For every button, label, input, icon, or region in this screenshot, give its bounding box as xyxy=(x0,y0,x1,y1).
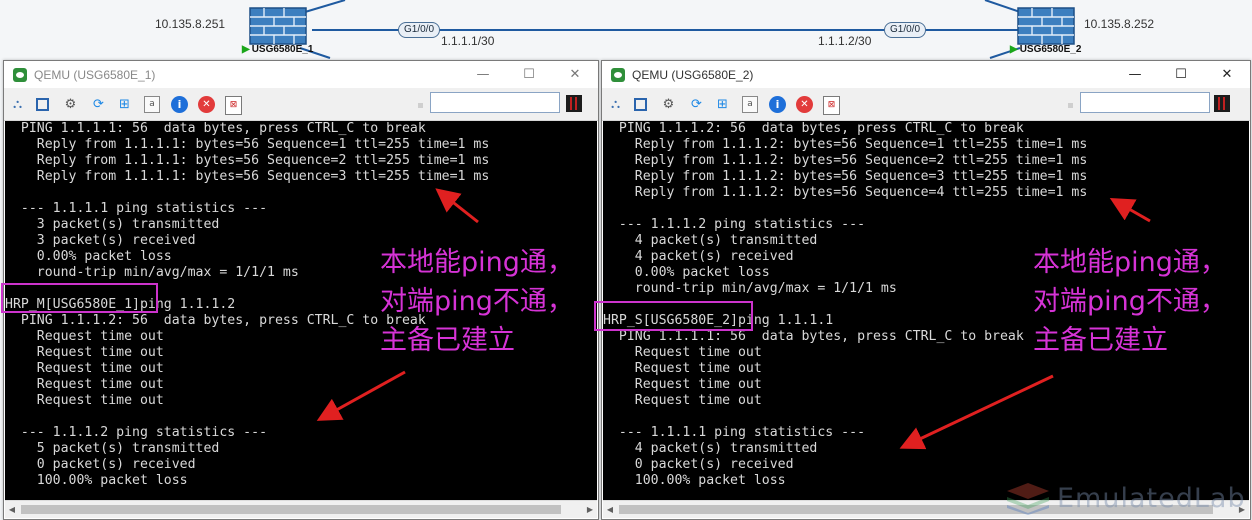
network-icon[interactable]: ⛬ xyxy=(607,96,624,113)
maximize-button[interactable]: ☐ xyxy=(506,61,552,88)
scroll-right-icon[interactable]: ▶ xyxy=(583,501,597,518)
highlight-box-hrp-s xyxy=(594,301,753,331)
text-icon[interactable]: a xyxy=(144,96,160,113)
window-titlebar[interactable]: QEMU (USG6580E_1) — ☐ ✕ xyxy=(4,61,598,88)
firewall-icon[interactable] xyxy=(248,2,308,46)
info-icon[interactable]: i xyxy=(171,96,188,113)
fullscreen-icon[interactable] xyxy=(36,98,49,111)
device-label-right[interactable]: ▶ USG6580E_2 xyxy=(1010,44,1081,55)
toolbar-text-input[interactable] xyxy=(1080,92,1210,113)
toolbar-text-input[interactable] xyxy=(430,92,560,113)
network-icon[interactable]: ⛬ xyxy=(9,96,26,113)
minimize-button[interactable]: — xyxy=(1112,61,1158,88)
window-title: QEMU (USG6580E_1) xyxy=(34,67,156,82)
disk-icon[interactable]: ⊠ xyxy=(225,96,242,115)
text-icon[interactable]: a xyxy=(742,96,758,113)
settings-icon[interactable]: ⚙ xyxy=(660,96,677,113)
scroll-left-icon[interactable]: ◀ xyxy=(5,501,19,518)
refresh-icon[interactable]: ⟳ xyxy=(90,96,107,113)
windows-icon[interactable]: ⊞ xyxy=(116,96,133,113)
windows-icon[interactable]: ⊞ xyxy=(714,96,731,113)
ip-label-left: 10.135.8.251 xyxy=(155,17,226,31)
fullscreen-icon[interactable] xyxy=(634,98,647,111)
close-button[interactable]: ✕ xyxy=(1204,61,1250,88)
running-status-icon: ▶ xyxy=(1010,44,1018,55)
disk-icon[interactable]: ⊠ xyxy=(823,96,840,115)
settings-icon[interactable]: ⚙ xyxy=(62,96,79,113)
window-title: QEMU (USG6580E_2) xyxy=(632,67,754,82)
watermark: EmulatedLab xyxy=(1005,478,1246,518)
pause-bars-icon[interactable] xyxy=(566,95,582,112)
qemu-app-icon xyxy=(13,67,27,82)
scrollbar-thumb[interactable] xyxy=(21,505,561,514)
maximize-button[interactable]: ☐ xyxy=(1158,61,1204,88)
interface-label-left[interactable]: G1/0/0 xyxy=(398,22,441,38)
qemu-app-icon xyxy=(611,67,625,82)
stop-icon[interactable]: ✕ xyxy=(198,96,215,113)
running-status-icon: ▶ xyxy=(242,44,250,55)
close-button[interactable]: ✕ xyxy=(552,61,598,88)
minimize-button[interactable]: — xyxy=(460,61,506,88)
stop-icon[interactable]: ✕ xyxy=(796,96,813,113)
annotation-text-right: 本地能ping通， 对端ping不通， 主备已建立 xyxy=(1033,247,1227,356)
interface-label-right[interactable]: G1/0/0 xyxy=(884,22,927,38)
highlight-box-hrp-m xyxy=(1,283,158,313)
toolbar: ⛬ ⚙ ⟳ ⊞ a i ✕ ⊠ xyxy=(602,88,1250,121)
pause-bars-icon[interactable] xyxy=(1214,95,1230,112)
info-icon[interactable]: i xyxy=(769,96,786,113)
annotation-text-left: 本地能ping通， 对端ping不通， 主备已建立 xyxy=(380,247,574,356)
subnet-label-right: 1.1.1.2/30 xyxy=(818,34,872,48)
watermark-text: EmulatedLab xyxy=(1057,482,1246,514)
scroll-left-icon[interactable]: ◀ xyxy=(603,501,617,518)
toolbar: ⛬ ⚙ ⟳ ⊞ a i ✕ ⊠ xyxy=(4,88,598,121)
subnet-label-left: 1.1.1.1/30 xyxy=(441,34,495,48)
horizontal-scrollbar[interactable]: ◀ ▶ xyxy=(5,500,597,518)
window-titlebar[interactable]: QEMU (USG6580E_2) — ☐ ✕ xyxy=(602,61,1250,88)
ip-label-right: 10.135.8.252 xyxy=(1084,17,1155,31)
firewall-icon[interactable] xyxy=(1016,2,1076,46)
device-label-left[interactable]: ▶ USG6580E_1 xyxy=(242,44,313,55)
emulatedlab-logo-icon xyxy=(1007,483,1049,515)
refresh-icon[interactable]: ⟳ xyxy=(688,96,705,113)
